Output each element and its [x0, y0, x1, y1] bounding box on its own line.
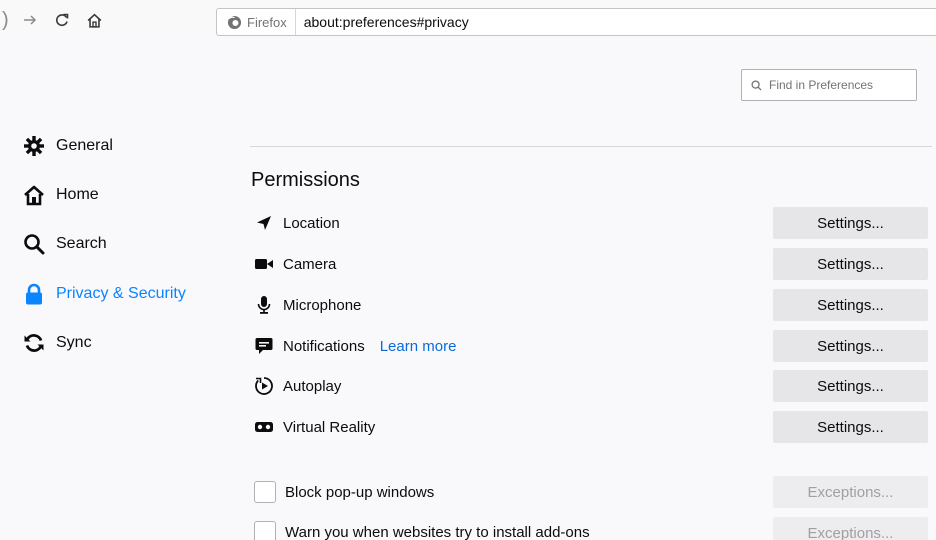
camera-icon: [254, 254, 274, 274]
reload-button[interactable]: [50, 8, 74, 32]
permission-autoplay: Autoplay: [254, 370, 341, 402]
find-in-preferences[interactable]: [741, 69, 917, 101]
category-search[interactable]: Search: [22, 230, 107, 258]
checkbox-label: Warn you when websites try to install ad…: [285, 523, 590, 540]
addons-exceptions-button[interactable]: Exceptions...: [773, 517, 928, 540]
location-arrow-icon: [254, 213, 274, 233]
microphone-icon: [254, 295, 274, 315]
gear-icon: [22, 134, 46, 158]
virtual-reality-settings-button[interactable]: Settings...: [773, 411, 928, 443]
category-label: Sync: [56, 334, 92, 351]
url-text[interactable]: about:preferences#privacy: [296, 14, 469, 30]
sync-icon: [22, 331, 46, 355]
autoplay-settings-button[interactable]: Settings...: [773, 370, 928, 402]
category-label: Privacy & Security: [56, 285, 186, 302]
category-label: General: [56, 137, 113, 154]
url-bar[interactable]: Firefox about:preferences#privacy: [216, 8, 936, 36]
permission-label: Notifications: [283, 337, 365, 355]
reload-icon: [56, 13, 69, 27]
popup-exceptions-button[interactable]: Exceptions...: [773, 476, 928, 508]
permission-label: Microphone: [283, 296, 362, 314]
vr-headset-icon: [254, 417, 274, 437]
lock-icon: [22, 282, 46, 306]
camera-settings-button[interactable]: Settings...: [773, 248, 928, 280]
microphone-settings-button[interactable]: Settings...: [773, 289, 928, 321]
permission-label: Location: [283, 214, 340, 232]
learn-more-link[interactable]: Learn more: [380, 338, 457, 355]
category-label: Home: [56, 186, 99, 203]
identity-label: Firefox: [247, 14, 287, 30]
permission-notifications: Notifications Learn more: [254, 330, 456, 362]
category-label: Search: [56, 235, 107, 252]
back-button-edge[interactable]: ): [2, 8, 9, 32]
notification-icon: [254, 336, 274, 356]
category-privacy-security[interactable]: Privacy & Security: [22, 280, 186, 308]
search-icon: [22, 232, 46, 256]
firefox-logo-icon: [227, 15, 242, 29]
home-icon: [22, 183, 46, 207]
section-divider: [250, 146, 932, 147]
warn-addons-row: Warn you when websites try to install ad…: [254, 520, 590, 540]
permission-label: Autoplay: [283, 377, 342, 395]
warn-addons-checkbox[interactable]: [254, 521, 276, 540]
permission-label: Virtual Reality: [283, 418, 376, 436]
search-icon: [751, 79, 762, 91]
block-popups-checkbox[interactable]: [254, 481, 276, 503]
block-popups-row: Block pop-up windows: [254, 480, 434, 504]
home-button[interactable]: [82, 8, 106, 32]
permissions-heading: Permissions: [251, 169, 360, 191]
navigation-toolbar: ) Firefox about:preferences#privacy: [0, 0, 936, 40]
forward-arrow-icon: [24, 15, 37, 25]
checkbox-label: Block pop-up windows: [285, 483, 435, 501]
autoplay-icon: [254, 376, 274, 396]
location-settings-button[interactable]: Settings...: [773, 207, 928, 239]
notifications-settings-button[interactable]: Settings...: [773, 330, 928, 362]
category-home[interactable]: Home: [22, 181, 99, 209]
permission-camera: Camera: [254, 248, 336, 280]
permission-virtual-reality: Virtual Reality: [254, 411, 375, 443]
category-sync[interactable]: Sync: [22, 329, 92, 357]
permission-microphone: Microphone: [254, 289, 361, 321]
permission-location: Location: [254, 207, 340, 239]
forward-button[interactable]: [18, 8, 42, 32]
home-icon: [87, 13, 101, 28]
category-general[interactable]: General: [22, 132, 113, 160]
identity-box[interactable]: Firefox: [217, 9, 296, 35]
search-input[interactable]: [769, 78, 909, 92]
permission-label: Camera: [283, 255, 337, 273]
